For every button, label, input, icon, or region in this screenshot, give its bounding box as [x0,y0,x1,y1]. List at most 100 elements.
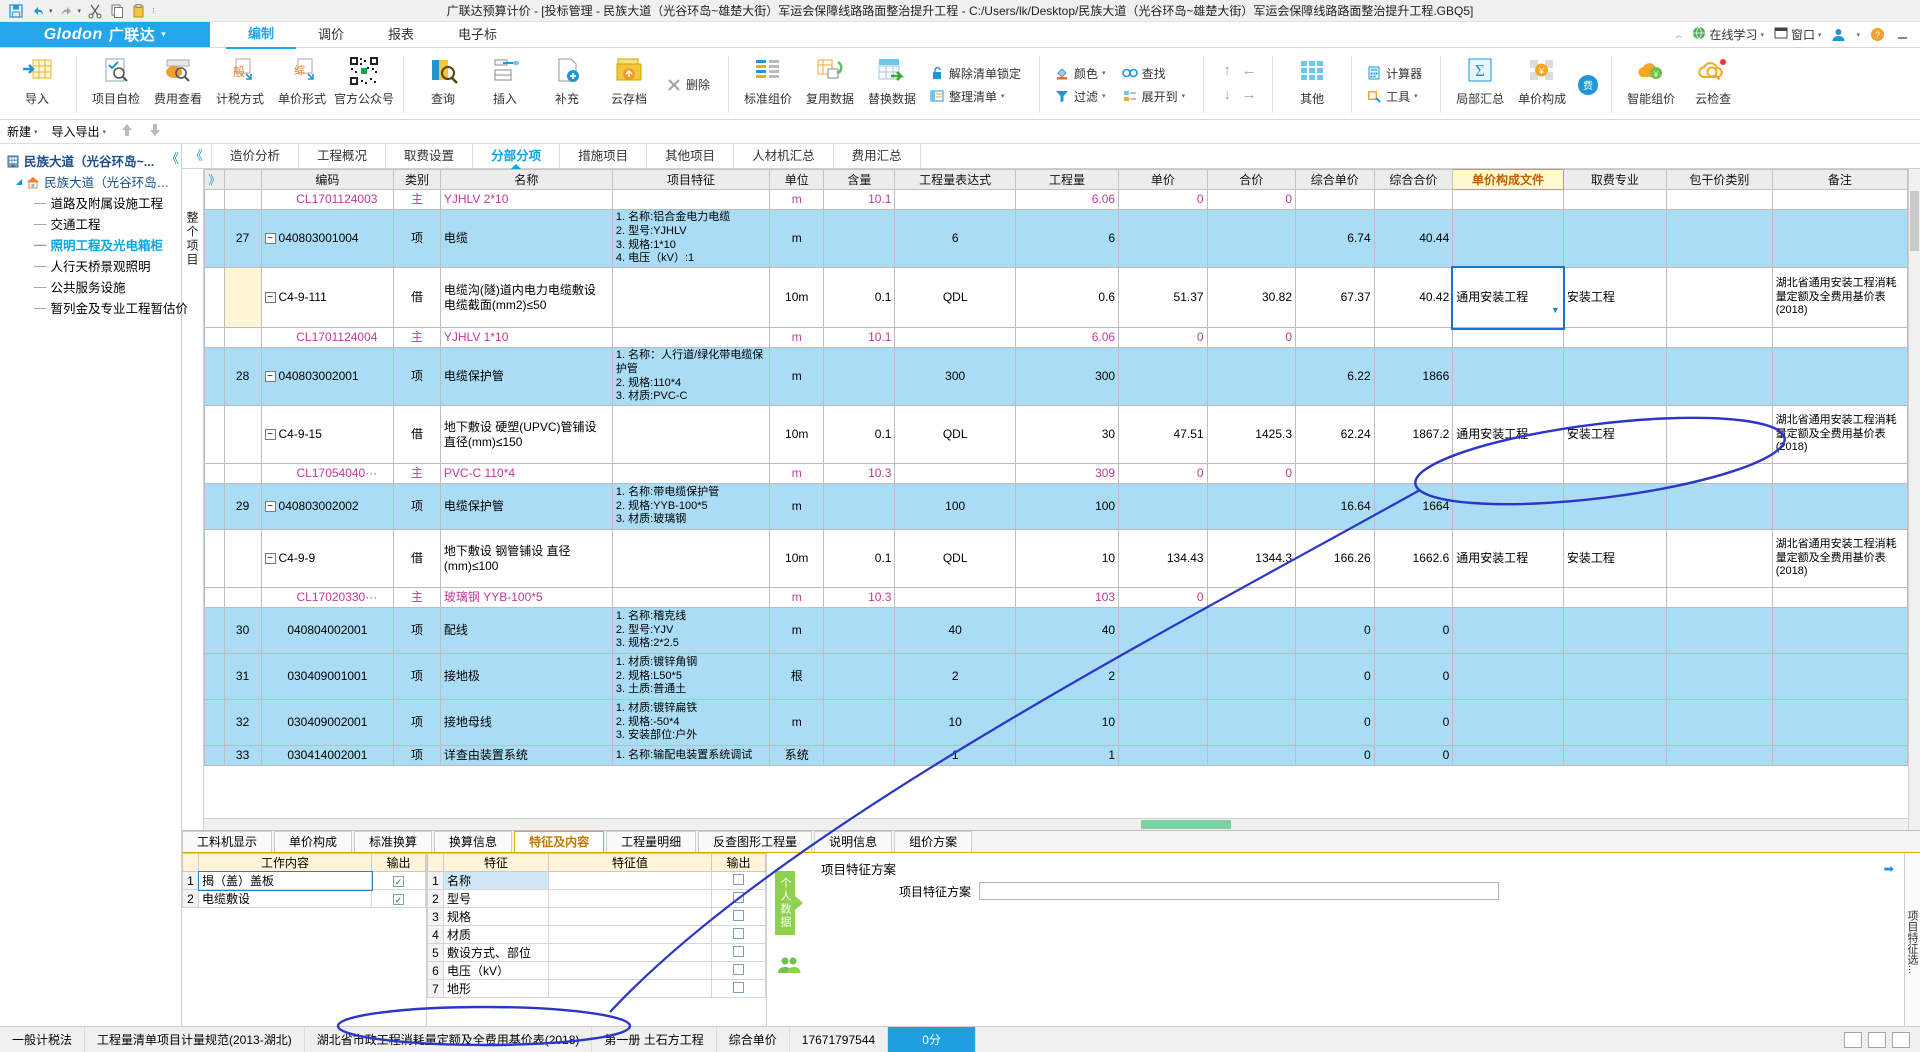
cell-unit[interactable]: m [769,209,825,268]
ribbon-cloud-check-button[interactable]: 云检查 [1682,50,1744,119]
status-phone[interactable]: 17671797544 [790,1026,889,1052]
cell-name[interactable]: 详查由装置系统 [439,745,613,766]
ribbon-expand-to-button[interactable]: 展开到 ▾ [1120,86,1192,107]
col-remark[interactable]: 备注 [1771,169,1908,190]
hscroll-thumb[interactable] [1141,820,1232,829]
feature-label-1[interactable]: 名称 [443,871,549,890]
cell-total-price[interactable]: 0 [1206,463,1297,484]
feature-output-6[interactable] [711,961,766,980]
cell-comp-unit-price[interactable]: 0 [1295,653,1375,700]
cell-content[interactable]: 10.3 [823,463,896,484]
checkbox-icon-6[interactable] [733,963,744,975]
organize-list-caret-icon[interactable]: ▾ [1001,92,1005,100]
cell-content[interactable] [823,607,896,654]
cell-content[interactable]: 0.1 [823,267,896,328]
cell-code[interactable]: CL1701124003 [260,189,395,210]
col-qty[interactable]: 工程量 [1014,169,1120,190]
cell-name[interactable]: 地下敷设 钢管铺设 直径(mm)≤100 [439,529,613,588]
cell-fee-spec[interactable] [1562,189,1668,210]
new-project-caret-icon[interactable]: ▾ [34,128,38,136]
row-expander-icon[interactable]: − [264,233,276,245]
sidebar-item-provisional-sum[interactable]: — 暂列金及专业工程暂估价 [6,297,188,318]
work-content-row[interactable]: 2 电缆敷设 ✓ [182,889,426,908]
col-name[interactable]: 名称 [439,169,613,190]
bottom-tab-features-content[interactable]: 特征及内容 [514,831,605,852]
tab-division-items[interactable]: 分部分项 [472,144,559,169]
cell-content[interactable] [823,699,896,746]
cell-remark[interactable] [1771,483,1908,530]
col-expand[interactable]: 》 [204,169,225,190]
people-icon[interactable] [777,955,801,978]
cut-icon[interactable] [87,3,103,19]
col-unit-price[interactable]: 单价 [1118,169,1208,190]
row-expander-icon[interactable]: − [264,501,276,513]
cell-unit-price[interactable]: 0 [1118,463,1208,484]
cell-feature[interactable]: 1. 材质:镀锌角钢 2. 规格:L50*5 3. 土质:普通土 [611,653,771,700]
user-icon[interactable] [1831,27,1846,42]
cell-comp-total-price[interactable]: 0 [1373,607,1454,654]
cell-remark[interactable] [1771,607,1908,654]
feature-row[interactable]: 2 型号 [427,889,766,908]
ribbon-tools-button[interactable]: 工具 ▾ [1364,86,1428,107]
cell-price-file[interactable] [1452,745,1564,766]
cell-fee-spec[interactable] [1562,587,1668,608]
cell-comp-unit-price[interactable] [1295,587,1375,608]
ribbon-tax-mode-button[interactable]: 般 计税方式 [209,50,271,119]
checkbox-icon-7[interactable] [733,981,744,993]
table-row[interactable]: 29 −040803002002 项 电缆保护管 1. 名称:带电缆保护管 2.… [204,483,1908,530]
col-category[interactable]: 类别 [393,169,441,190]
move-left-arrow-icon[interactable]: ← [1242,62,1257,79]
cell-total-price[interactable]: 1344.3 [1206,529,1297,588]
cell-qty-expr[interactable]: 2 [894,653,1016,700]
cell-comp-total-price[interactable] [1373,587,1454,608]
cell-qty-expr[interactable] [894,587,1016,608]
cell-price-file[interactable] [1452,483,1564,530]
expand-ribbon-icon[interactable]: ︿ [1675,30,1682,40]
col-unit[interactable]: 单位 [769,169,825,190]
filter-caret-icon[interactable]: ▾ [1102,92,1106,100]
cell-comp-total-price[interactable] [1373,327,1454,348]
cell-name[interactable]: 玻璃钢 YYB-100*5 [439,587,613,608]
view-mode-3-icon[interactable] [1892,1031,1910,1048]
cell-contract-type[interactable] [1666,267,1773,328]
feature-output-5[interactable] [711,943,766,962]
tab-labor-material-summary[interactable]: 人材机汇总 [733,144,833,168]
cell-content[interactable]: 10.3 [823,587,896,608]
vscroll-thumb[interactable] [1910,191,1919,251]
cell-total-price[interactable] [1206,483,1297,530]
cell-price-file[interactable] [1452,699,1564,746]
col-feature[interactable]: 项目特征 [611,169,771,190]
table-row[interactable]: 28 −040803002001 项 电缆保护管 1. 名称：人行道/绿化带电缆… [204,347,1908,406]
cell-code[interactable]: 030409002001 [260,699,395,746]
ribbon-local-summary-button[interactable]: Σ 局部汇总 [1449,50,1511,119]
tab-measure-items[interactable]: 措施项目 [559,144,646,168]
cell-contract-type[interactable] [1666,607,1773,654]
cell-unit[interactable]: m [769,463,825,484]
cell-code[interactable]: CL1701124004 [260,327,395,348]
cell-unit-price[interactable]: 134.43 [1118,529,1208,588]
cell-total-price[interactable]: 1425.3 [1206,405,1297,464]
cell-unit-price[interactable]: 0 [1118,189,1208,210]
cell-unit-price[interactable] [1118,745,1208,766]
cell-name[interactable]: YJHLV 1*10 [439,327,613,348]
cell-remark[interactable] [1771,745,1908,766]
cell-price-file[interactable] [1452,463,1564,484]
cell-feature[interactable] [611,587,771,608]
cell-qty[interactable]: 40 [1014,607,1120,654]
feature-value-5[interactable] [548,943,712,962]
cell-feature[interactable] [611,267,771,328]
sidebar-item-lighting[interactable]: — 照明工程及光电箱柜 [6,234,181,255]
cell-name[interactable]: 接地母线 [439,699,613,746]
cell-fee-spec[interactable] [1562,327,1668,348]
feature-label-4[interactable]: 材质 [443,925,549,944]
cell-comp-unit-price[interactable]: 166.26 [1295,529,1375,588]
tabs-collapse-icon[interactable]: 《 [182,143,211,168]
cell-name[interactable]: 电缆沟(隧)道内电力电缆敷设 电缆截面(mm2)≤50 [439,267,613,328]
cell-contract-type[interactable] [1666,699,1773,746]
undo-caret-icon[interactable]: ▾ [49,7,53,15]
cell-qty-expr[interactable]: 10 [894,699,1016,746]
ribbon-replace-data-button[interactable]: 替换数据 [861,50,923,119]
cell-price-file[interactable] [1452,607,1564,654]
cell-qty[interactable]: 103 [1014,587,1120,608]
cell-qty-expr[interactable]: QDL [894,529,1016,588]
